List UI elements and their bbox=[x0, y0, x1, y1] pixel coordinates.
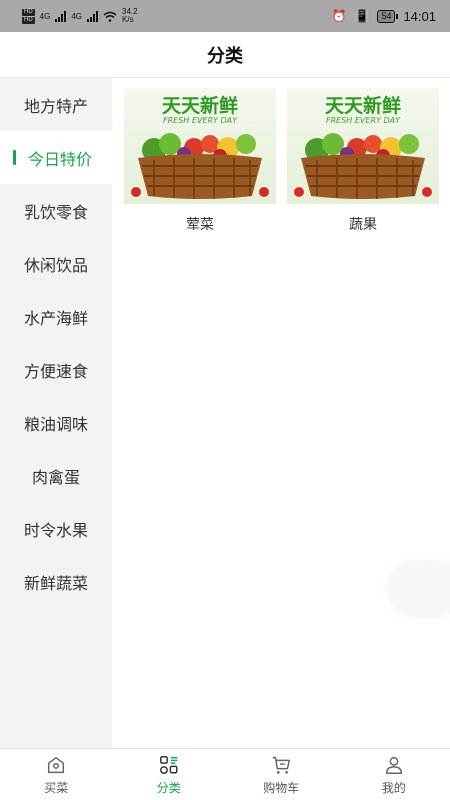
category-icon bbox=[159, 755, 178, 774]
tab-label: 我的 bbox=[381, 780, 406, 795]
fresh-basket-image: 天天新鲜 FRESH EVERY DAY bbox=[287, 88, 439, 204]
sidebar-item-local-specialty[interactable]: 地方特产 bbox=[0, 78, 112, 131]
network-type-label: 4G bbox=[39, 11, 51, 21]
sidebar-item-seasonal-fruit[interactable]: 时令水果 bbox=[0, 502, 112, 555]
floating-action-button[interactable] bbox=[390, 564, 450, 614]
tab-profile[interactable]: 我的 bbox=[338, 749, 450, 800]
hd-badges: HD HD bbox=[22, 8, 35, 24]
network-speed-unit: K/s bbox=[122, 15, 134, 24]
tab-label: 分类 bbox=[156, 780, 181, 795]
banner-title: 天天新鲜 bbox=[325, 94, 401, 117]
product-card-vegetables-fruits[interactable]: 天天新鲜 FRESH EVERY DAY 蔬果 bbox=[287, 88, 439, 234]
product-name: 蔬果 bbox=[349, 216, 377, 232]
header: 分类 bbox=[0, 32, 450, 78]
network-type-label: 4G bbox=[71, 11, 83, 21]
tab-label: 买菜 bbox=[44, 780, 69, 795]
signal-icon bbox=[55, 10, 67, 22]
tab-label: 购物车 bbox=[263, 780, 300, 795]
signal-icon bbox=[87, 10, 99, 22]
page-title: 分类 bbox=[207, 45, 243, 66]
sidebar-item-label: 水产海鲜 bbox=[23, 310, 88, 328]
battery-icon: 54 bbox=[377, 9, 399, 23]
bottom-tab-bar: 买菜 分类 购物车 我的 bbox=[0, 748, 450, 800]
product-card-meat[interactable]: 天天新鲜 FRESH EVERY DAY 荤菜 bbox=[124, 88, 276, 234]
sidebar-item-label: 新鲜蔬菜 bbox=[23, 575, 88, 593]
profile-icon bbox=[385, 756, 402, 774]
sidebar-item-label: 乳饮零食 bbox=[23, 204, 88, 222]
tab-buy-vegetables[interactable]: 买菜 bbox=[0, 749, 113, 800]
sidebar-item-label: 今日特价 bbox=[27, 151, 92, 169]
product-name: 荤菜 bbox=[186, 216, 214, 232]
sidebar-item-leisure-drinks[interactable]: 休闲饮品 bbox=[0, 237, 112, 290]
hd-badge: HD bbox=[22, 8, 35, 16]
product-grid: 天天新鲜 FRESH EVERY DAY 荤菜 天天新鲜 FRESH EVERY… bbox=[112, 78, 450, 748]
home-icon bbox=[48, 756, 65, 773]
sidebar-item-label: 方便速食 bbox=[23, 363, 88, 381]
sidebar-item-label: 休闲饮品 bbox=[23, 257, 88, 275]
alarm-icon: ⏰ bbox=[331, 9, 347, 23]
status-bar-right: ⏰ 📳 54 14:01 bbox=[332, 9, 436, 24]
network-speed: 34.2 K/s bbox=[122, 8, 138, 24]
vibrate-icon: 📳 bbox=[354, 9, 370, 23]
banner-subtitle: FRESH EVERY DAY bbox=[163, 116, 238, 125]
sidebar-item-fresh-vegetables[interactable]: 新鲜蔬菜 bbox=[0, 555, 112, 608]
sidebar-item-label: 地方特产 bbox=[23, 98, 88, 116]
status-bar-left: HD HD 4G 4G 34.2 K/s bbox=[22, 8, 138, 24]
hd-badge: HD bbox=[22, 16, 35, 24]
category-sidebar: 地方特产 今日特价 乳饮零食 休闲饮品 水产海鲜 方便速食 粮油调味 肉禽蛋 时… bbox=[0, 78, 112, 748]
sidebar-item-dairy-snacks[interactable]: 乳饮零食 bbox=[0, 184, 112, 237]
sidebar-item-label: 肉禽蛋 bbox=[31, 469, 80, 487]
tab-shopping-cart[interactable]: 购物车 bbox=[225, 749, 338, 800]
fresh-basket-image: 天天新鲜 FRESH EVERY DAY bbox=[124, 88, 276, 204]
sidebar-item-instant-food[interactable]: 方便速食 bbox=[0, 343, 112, 396]
cart-icon bbox=[273, 756, 291, 774]
banner-title: 天天新鲜 bbox=[162, 94, 238, 117]
tab-category[interactable]: 分类 bbox=[113, 749, 226, 800]
status-bar: HD HD 4G 4G 34.2 K/s ⏰ 📳 54 14:01 bbox=[0, 0, 450, 32]
sidebar-item-seafood[interactable]: 水产海鲜 bbox=[0, 290, 112, 343]
clock: 14:01 bbox=[403, 8, 436, 24]
banner-subtitle: FRESH EVERY DAY bbox=[326, 116, 401, 125]
sidebar-item-daily-special[interactable]: 今日特价 bbox=[0, 131, 112, 184]
sidebar-item-label: 粮油调味 bbox=[23, 416, 88, 434]
wifi-icon bbox=[103, 11, 117, 22]
sidebar-item-grain-oil-seasoning[interactable]: 粮油调味 bbox=[0, 396, 112, 449]
sidebar-item-label: 时令水果 bbox=[23, 522, 88, 540]
sidebar-item-meat-poultry-eggs[interactable]: 肉禽蛋 bbox=[0, 449, 112, 502]
